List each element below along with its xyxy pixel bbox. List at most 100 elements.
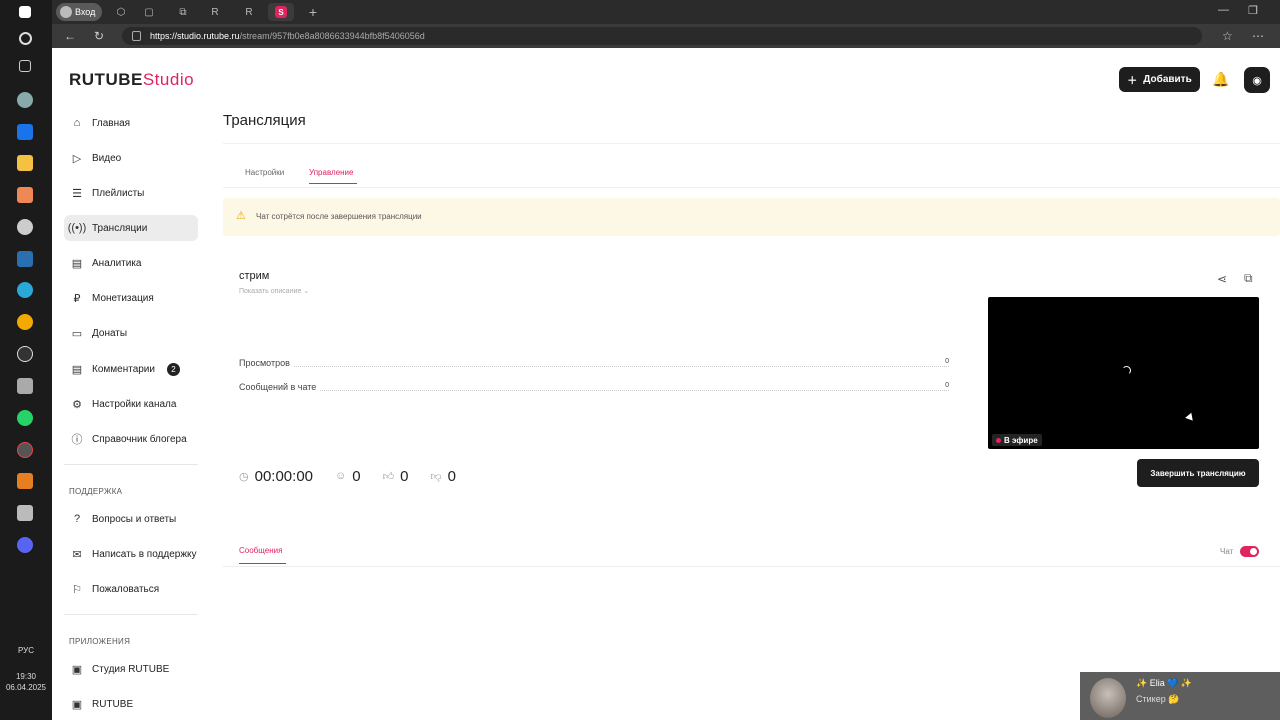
sidebar-item-donations[interactable]: ▭ Донаты [64, 320, 198, 346]
reload-icon[interactable]: ↻ [94, 29, 104, 43]
clock-time[interactable]: 19:30 [0, 672, 52, 681]
sidebar-item-broadcasts[interactable]: ((•)) Трансляции [64, 215, 198, 241]
whatsapp-icon[interactable] [17, 410, 33, 426]
sidebar-divider [64, 614, 198, 615]
collections-icon[interactable]: ☆ [1222, 29, 1233, 43]
sidebar-item-label: Написать в поддержку [92, 548, 197, 560]
tab-management[interactable]: Управление [309, 168, 353, 177]
tab-settings[interactable]: Настройки [245, 168, 284, 177]
chrome-icon[interactable] [17, 314, 33, 330]
stream-preview-player[interactable]: В эфире [988, 297, 1259, 449]
question-icon: ? [73, 513, 81, 525]
thumbs-down-icon: 👎︎ [430, 470, 442, 483]
broadcast-icon: ((•)) [67, 222, 87, 234]
active-tab-indicator [239, 563, 286, 564]
profile-label: Вход [75, 7, 96, 17]
rutube-studio-logo[interactable]: RUTUBEStudio [69, 70, 194, 90]
sidebar-item-studio-app[interactable]: ▣ Студия RUTUBE [64, 656, 198, 682]
sidebar-item-video[interactable]: ▷ Видео [64, 145, 198, 171]
maximize-icon[interactable]: ❐ [1248, 4, 1258, 17]
chevron-down-icon: ⌄ [303, 288, 310, 295]
sidebar-item-label: Трансляции [92, 222, 148, 234]
sidebar-item-comments[interactable]: ▤ Комментарии 2 [64, 356, 198, 382]
sidebar-item-label: Справочник блогера [92, 433, 187, 445]
active-tab-indicator [309, 183, 357, 184]
stat-views: Просмотров 0 [239, 358, 949, 370]
minimize-icon[interactable]: — [1218, 4, 1229, 16]
tab-2[interactable]: ▢ [136, 3, 162, 21]
show-description-link[interactable]: Показать описание ⌄ [239, 287, 309, 295]
sidebar-item-report[interactable]: ⚐ Пожаловаться [64, 576, 198, 602]
sidebar-item-analytics[interactable]: ▤ Аналитика [64, 250, 198, 276]
logo-studio: Studio [142, 70, 195, 89]
steam-icon[interactable] [17, 251, 33, 267]
vpn-icon[interactable] [17, 505, 33, 521]
windows-icon[interactable] [19, 6, 31, 18]
tab-4[interactable]: R [202, 3, 228, 21]
metric-viewers: ☺ 0 [335, 468, 361, 485]
warning-icon: ⚠ [236, 210, 246, 222]
clock-date[interactable]: 06.04.2025 [0, 683, 52, 692]
settings-icon[interactable] [17, 219, 33, 235]
task-view-icon[interactable] [19, 60, 31, 72]
chat-notice: ⚠ Чат сотрётся после завершения трансляц… [223, 198, 1280, 236]
url-host: https://studio.rutube.ru [150, 31, 240, 41]
sidebar-item-rutube-app[interactable]: ▣ RUTUBE [64, 691, 198, 717]
steam-launcher-icon[interactable] [17, 92, 33, 108]
edge-icon[interactable] [17, 282, 33, 298]
explorer-icon[interactable] [17, 155, 33, 171]
metric-dislikes: 👎︎ 0 [430, 468, 456, 485]
studio-app-icon: ▣ [71, 663, 83, 676]
add-button[interactable]: ＋ Добавить [1119, 67, 1200, 92]
end-broadcast-button[interactable]: Завершить трансляцию [1137, 459, 1259, 487]
chat-divider [223, 566, 1280, 567]
sidebar-item-label: Донаты [92, 327, 128, 339]
stream-card: стрим Показать описание ⌄ Просмотров 0 С… [223, 254, 1280, 504]
outlook-icon[interactable] [17, 124, 33, 140]
tab-5[interactable]: R [236, 3, 262, 21]
viewer-icon: ☺ [335, 470, 347, 482]
sidebar-item-faq[interactable]: ? Вопросы и ответы [64, 506, 198, 532]
sidebar-item-write-support[interactable]: ✉ Написать в поддержку [64, 541, 198, 567]
sidebar-item-playlists[interactable]: ☰ Плейлисты [64, 180, 198, 206]
tab-1[interactable]: ⬡ [108, 3, 134, 21]
tab-3[interactable]: ⧉ [170, 3, 196, 21]
sidebar-item-home[interactable]: ⌂ Главная [64, 110, 198, 136]
sidebar-item-label: Монетизация [92, 292, 154, 304]
tab-messages[interactable]: Сообщения [239, 546, 282, 555]
metric-duration: ◷ 00:00:00 [239, 468, 313, 485]
recorder-icon[interactable] [17, 442, 33, 458]
external-link-icon[interactable]: ⧉ [1244, 271, 1253, 286]
store-icon[interactable] [17, 187, 33, 203]
viewers-value: 0 [352, 467, 361, 485]
loading-spinner-icon [1122, 366, 1131, 375]
stat-label: Сообщений в чате [239, 382, 321, 392]
search-icon[interactable] [19, 32, 32, 45]
sidebar-item-monetization[interactable]: ₽ Монетизация [64, 285, 198, 311]
browser-icon[interactable] [17, 473, 33, 489]
url-field[interactable]: https://studio.rutube.ru/stream/957fb0e8… [122, 27, 1202, 45]
rutube-studio-app: RUTUBEStudio ＋ Добавить 🔔 ◉ ⌂ Главная ▷ … [52, 48, 1280, 720]
chat-toggle-label: Чат [1220, 547, 1234, 556]
discord-icon[interactable] [17, 537, 33, 553]
notice-text: Чат сотрётся после завершения трансляции [256, 212, 422, 221]
more-icon[interactable]: ⋯ [1252, 29, 1264, 43]
chat-toggle[interactable] [1240, 546, 1259, 557]
sidebar-item-channel-settings[interactable]: ⚙ Настройки канала [64, 391, 198, 417]
bell-icon[interactable]: 🔔 [1212, 71, 1230, 89]
flag-icon: ⚐ [72, 583, 82, 596]
obs-icon[interactable] [17, 346, 33, 362]
discord-link-icon[interactable]: ◉ [1244, 67, 1270, 93]
keyboard-language[interactable]: РУС [0, 646, 52, 655]
profile-avatar-icon [60, 6, 72, 18]
profile-button[interactable]: Вход [56, 3, 102, 21]
playlist-icon: ☰ [72, 187, 82, 200]
share-icon[interactable]: ⋖ [1217, 272, 1227, 286]
tab-active[interactable]: S [268, 3, 294, 21]
back-icon[interactable]: ← [64, 29, 76, 43]
analytics-icon: ▤ [71, 257, 83, 270]
camera-icon[interactable] [17, 378, 33, 394]
alert-name: ✨ Elia 💙 ✨ [1136, 678, 1193, 688]
sidebar-item-blogger-guide[interactable]: ⓘ Справочник блогера [64, 426, 198, 452]
new-tab-button[interactable]: + [300, 3, 326, 21]
